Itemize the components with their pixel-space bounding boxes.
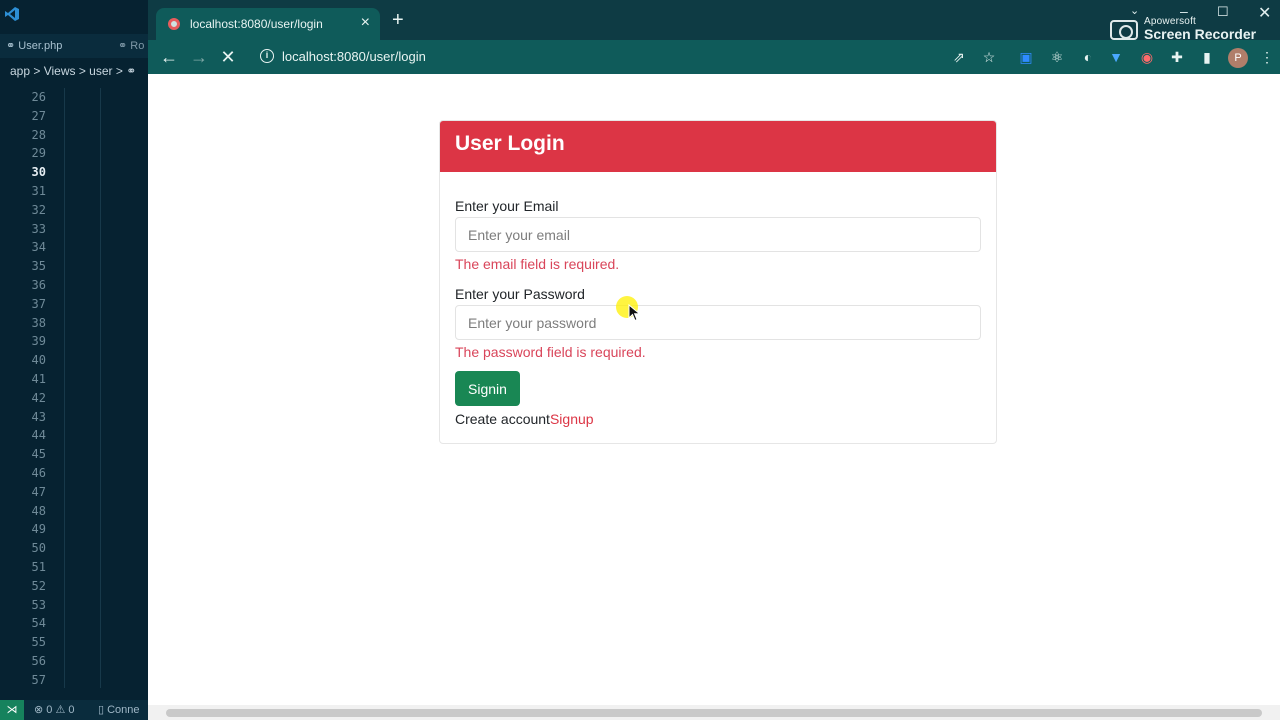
line-number: 37 [31, 296, 46, 311]
mouse-pointer-icon [628, 304, 641, 322]
line-number: 40 [31, 353, 46, 368]
problems-indicator[interactable]: ⊗ 0 ⚠ 0 [34, 703, 74, 716]
line-number: 43 [31, 409, 46, 424]
vscode-editor: ⚭ User.php ⚭ Ro app > Views > user > ⚭ 2… [0, 0, 148, 720]
line-number: 46 [31, 465, 46, 480]
editor-tab-user-php[interactable]: ⚭ User.php [6, 39, 62, 52]
browser-tab-active[interactable]: localhost:8080/user/login × [156, 8, 380, 40]
line-number: 39 [31, 334, 46, 349]
sidebar-toggle-icon[interactable]: ▮ [1196, 45, 1218, 69]
php-file-icon: ⚭ [6, 40, 19, 52]
editor-breadcrumb[interactable]: app > Views > user > ⚭ [0, 60, 148, 82]
remote-indicator-icon[interactable]: ⋊ [0, 700, 24, 720]
minimize-icon[interactable]: – [1180, 3, 1188, 19]
url-input[interactable] [282, 45, 922, 69]
line-number: 56 [31, 653, 46, 668]
line-number: 45 [31, 447, 46, 462]
close-tab-icon[interactable]: × [361, 14, 370, 32]
line-number: 35 [31, 259, 46, 274]
create-account-text: Create account [455, 411, 550, 427]
line-number: 50 [31, 541, 46, 556]
forward-arrow-icon[interactable]: → [187, 45, 211, 69]
camera-icon [1110, 20, 1138, 40]
line-number: 49 [31, 522, 46, 537]
extension-circle-icon[interactable]: ◐ [1077, 45, 1099, 69]
line-number: 51 [31, 559, 46, 574]
create-account-row: Create accountSignup [455, 411, 594, 427]
line-number: 34 [31, 240, 46, 255]
card-header: User Login [440, 121, 996, 172]
line-number: 53 [31, 597, 46, 612]
bookmark-star-icon[interactable]: ☆ [978, 45, 1000, 69]
line-number: 52 [31, 578, 46, 593]
line-number: 30 [31, 165, 46, 180]
address-bar[interactable]: i [252, 45, 952, 69]
login-card: User Login Enter your Email The email fi… [439, 120, 997, 444]
line-number: 28 [31, 127, 46, 142]
tab-title: localhost:8080/user/login [190, 17, 323, 31]
share-icon[interactable]: ⇗ [948, 45, 970, 69]
new-tab-button[interactable]: + [392, 10, 404, 30]
password-error-message: The password field is required. [455, 344, 646, 360]
line-number: 27 [31, 108, 46, 123]
line-number: 33 [31, 221, 46, 236]
line-number: 42 [31, 390, 46, 405]
indent-guide [64, 88, 65, 688]
line-number: 29 [31, 146, 46, 161]
editor-status-bar: ⋊ ⊗ 0 ⚠ 0 ▯ Conne [0, 700, 148, 720]
window-close-icon[interactable]: ✕ [1258, 3, 1271, 23]
php-file-icon: ⚭ [118, 40, 131, 52]
line-number: 48 [31, 503, 46, 518]
email-field[interactable] [455, 217, 981, 252]
signup-link[interactable]: Signup [550, 411, 594, 427]
extension-chrome-icon[interactable]: ◉ [1136, 45, 1158, 69]
line-number: 47 [31, 484, 46, 499]
signin-button[interactable]: Signin [455, 371, 520, 406]
browser-toolbar: ← → ✕ i ⇗ ☆ ▣ ⚛ ◐ ▼ ◉ ✚ ▮ ⋮ [148, 40, 1280, 74]
back-arrow-icon[interactable]: ← [157, 45, 181, 69]
maximize-icon[interactable]: ☐ [1217, 4, 1229, 20]
page-title: User Login [455, 132, 565, 155]
line-number: 32 [31, 202, 46, 217]
vscode-titlebar [0, 0, 148, 34]
vscode-logo-icon [5, 7, 19, 21]
site-info-icon[interactable]: i [260, 49, 274, 63]
email-label: Enter your Email [455, 198, 559, 214]
line-number: 36 [31, 277, 46, 292]
line-number: 38 [31, 315, 46, 330]
browser-window: localhost:8080/user/login × + Apowersoft… [148, 0, 1280, 720]
extensions-puzzle-icon[interactable]: ✚ [1166, 45, 1188, 69]
connection-status[interactable]: ▯ Conne [98, 703, 140, 716]
editor-tabs: ⚭ User.php ⚭ Ro [0, 34, 148, 58]
favicon-icon [168, 18, 180, 30]
line-number-gutter: 26 27 28 29 30 31 32 33 34 35 36 37 38 39 40 41 42 43 44 45… [0, 88, 46, 690]
extension-filter-icon[interactable]: ▼ [1105, 45, 1127, 69]
line-number: 44 [31, 428, 46, 443]
editor-tab-routes[interactable]: ⚭ Ro [118, 39, 144, 52]
indent-guide [100, 88, 101, 688]
line-number: 57 [31, 672, 46, 687]
line-number: 54 [31, 616, 46, 631]
profile-avatar[interactable]: P [1228, 48, 1248, 68]
recorder-watermark: Apowersoft Screen Recorder [1110, 16, 1270, 42]
email-error-message: The email field is required. [455, 256, 620, 272]
stop-loading-icon[interactable]: ✕ [216, 45, 240, 69]
line-number: 31 [31, 183, 46, 198]
database-icon: ▯ [98, 704, 108, 716]
password-field[interactable] [455, 305, 981, 340]
scrollbar-thumb[interactable] [166, 709, 1262, 717]
tab-search-chevron-icon[interactable]: ⌄ [1130, 4, 1139, 17]
browser-tab-strip: localhost:8080/user/login × + Apowersoft… [148, 0, 1280, 42]
extension-translate-icon[interactable]: ▣ [1015, 45, 1037, 69]
php-file-icon: ⚭ [126, 64, 137, 78]
line-number: 55 [31, 635, 46, 650]
line-number: 41 [31, 371, 46, 386]
password-label: Enter your Password [455, 286, 585, 302]
line-number: 26 [31, 90, 46, 104]
browser-menu-icon[interactable]: ⋮ [1256, 45, 1278, 69]
horizontal-scrollbar[interactable] [148, 705, 1280, 720]
extension-react-icon[interactable]: ⚛ [1046, 45, 1068, 69]
